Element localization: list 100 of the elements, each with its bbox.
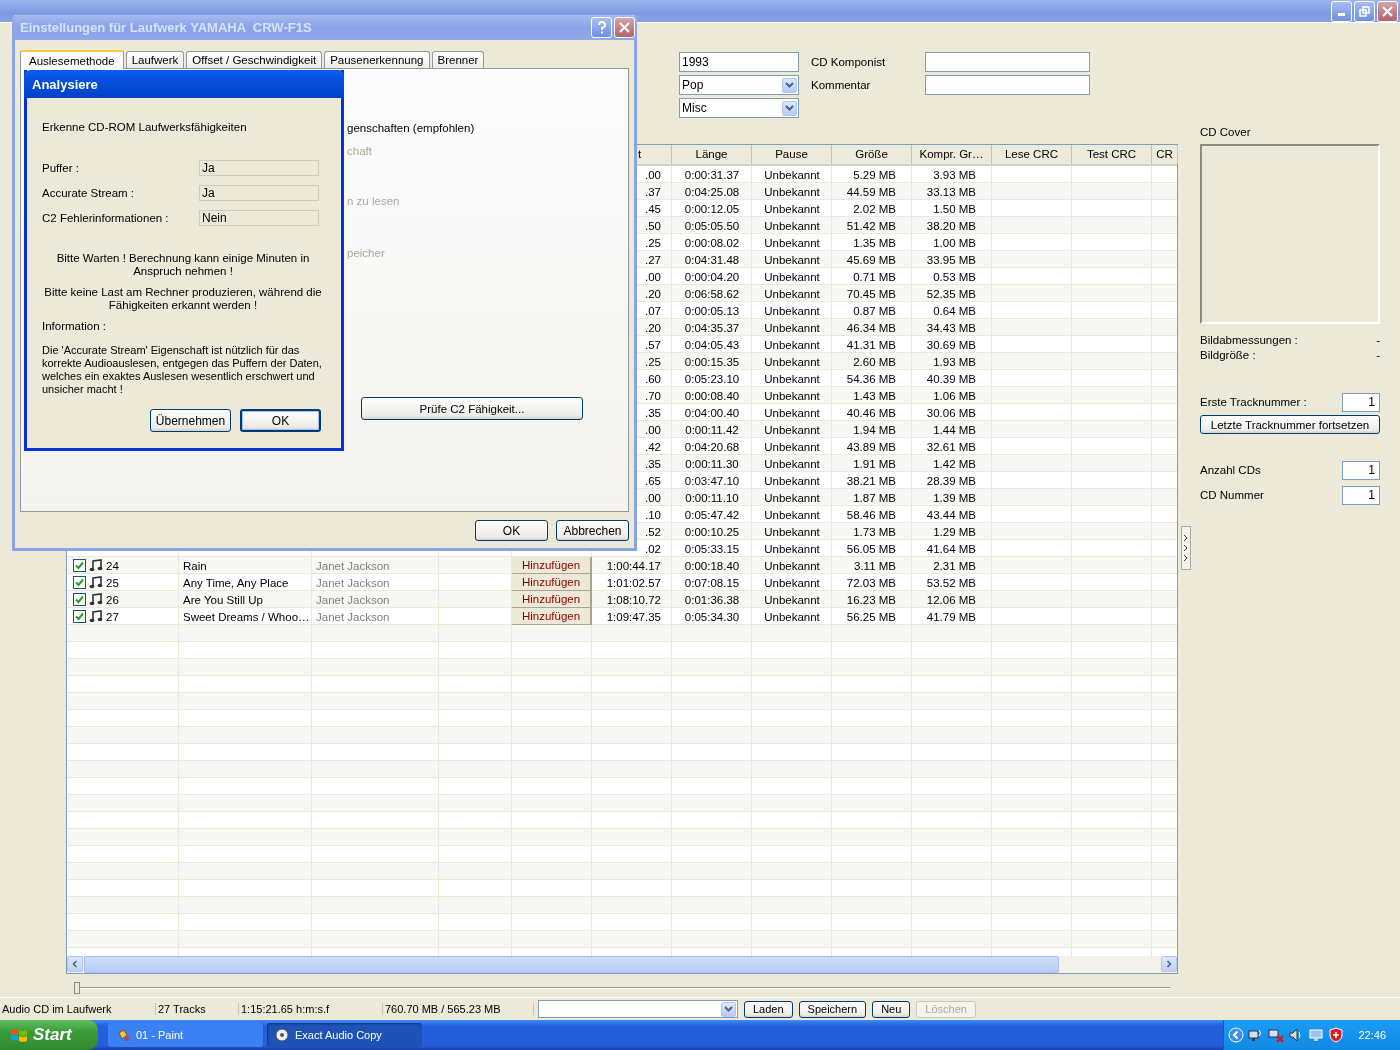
toolbar-button[interactable]: Laden — [744, 1000, 793, 1018]
add-button[interactable]: Hinzufügen — [512, 557, 592, 574]
table-cell: .25 — [645, 236, 661, 249]
table-cell: Unbekannt — [764, 185, 820, 198]
table-cell: 0:00:05.13 — [684, 304, 740, 317]
checkbox[interactable] — [73, 593, 86, 606]
table-cell: Janet Jackson — [316, 576, 390, 589]
dialog-button[interactable]: Übernehmen — [150, 409, 231, 432]
music-note-icon — [89, 559, 103, 572]
table-cell: Unbekannt — [764, 236, 820, 249]
table-cell: 43.44 MB — [926, 508, 976, 521]
add-button[interactable]: Hinzufügen — [512, 574, 592, 591]
table-cell: 0:00:04.20 — [684, 270, 740, 283]
table-cell: 58.46 MB — [846, 508, 896, 521]
add-button[interactable]: Hinzufügen — [512, 608, 592, 625]
table-cell: 0:00:11.10 — [685, 491, 739, 504]
table-cell: Unbekannt — [764, 372, 820, 385]
table-cell: 40.46 MB — [846, 406, 896, 419]
table-cell: Any Time, Any Place — [183, 576, 289, 589]
table-cell: 41.79 MB — [926, 610, 976, 623]
table-cell: 1.87 MB — [853, 491, 896, 504]
music-note-icon — [89, 593, 103, 606]
number-field[interactable]: 1 — [1342, 460, 1380, 480]
dropdown[interactable]: Misc — [679, 98, 799, 118]
close-button[interactable] — [1377, 0, 1398, 22]
table-cell: Unbekannt — [764, 168, 820, 181]
field-label: Anzahl CDs — [1200, 464, 1261, 476]
table-cell: 44.59 MB — [846, 185, 896, 198]
table-cell: Unbekannt — [764, 474, 820, 487]
input-field[interactable]: 1993 — [679, 52, 799, 72]
checkbox[interactable] — [73, 576, 86, 589]
table-cell: 30.69 MB — [926, 338, 976, 351]
restore-button[interactable] — [1354, 0, 1375, 22]
dialog-title: Analysiere — [31, 76, 98, 92]
taskbar-task[interactable]: 01 - Paint — [108, 1023, 263, 1047]
taskbar-task[interactable]: Exact Audio Copy — [267, 1023, 422, 1047]
input-field[interactable] — [925, 75, 1090, 95]
toolbar-button[interactable]: Speichern — [798, 1000, 867, 1018]
table-cell: Sweet Dreams / Whoo… — [183, 610, 310, 623]
table-cell: 72.03 MB — [846, 576, 896, 589]
number-field[interactable]: 1 — [1342, 485, 1380, 505]
scroll-right-button[interactable] — [1161, 956, 1177, 972]
result-label: C2 Fehlerinformationen : — [42, 212, 170, 224]
table-cell: 2.02 MB — [853, 202, 896, 215]
status-text: Audio CD im Laufwerk — [0, 1003, 156, 1015]
table-cell: .20 — [645, 287, 661, 300]
table-cell: Unbekannt — [764, 338, 820, 351]
checkbox[interactable] — [73, 610, 86, 623]
table-cell: 1.42 MB — [933, 457, 976, 470]
column-header[interactable]: Länge — [672, 145, 752, 164]
table-cell: 38.20 MB — [926, 219, 976, 232]
check-c2-button[interactable]: Prüfe C2 Fähigkeit... — [361, 397, 583, 420]
table-cell: 52.35 MB — [926, 287, 976, 300]
toolbar-button[interactable]: Neu — [872, 1000, 911, 1018]
dropdown[interactable] — [538, 1000, 738, 1018]
slider-thumb[interactable] — [74, 982, 80, 994]
input-field[interactable] — [925, 52, 1090, 72]
tab[interactable]: Offset / Geschwindigkeit — [186, 51, 323, 68]
column-header[interactable]: Kompr. Gr… — [912, 145, 992, 164]
network-error-icon[interactable] — [1268, 1027, 1285, 1043]
column-header[interactable]: Größe — [832, 145, 912, 164]
table-cell: 34.43 MB — [926, 321, 976, 334]
table-cell: .02 — [645, 542, 661, 555]
tab[interactable]: Auslesemethode — [20, 50, 124, 69]
status-text: 27 Tracks — [156, 1003, 239, 1015]
tab[interactable]: Pausenerkennung — [324, 51, 430, 68]
start-button[interactable]: Start — [0, 1020, 98, 1050]
table-cell: 1:00:44.17 — [606, 559, 661, 572]
dropdown[interactable]: Pop — [679, 75, 799, 95]
panel-toggle-button[interactable] — [1181, 526, 1191, 570]
clock: 22:46 — [1358, 1029, 1386, 1041]
scroll-left-button[interactable] — [67, 956, 83, 972]
table-cell: 0:00:11.30 — [685, 457, 739, 470]
minimize-button[interactable] — [1331, 0, 1352, 22]
table-cell: 56.05 MB — [846, 542, 896, 555]
add-button[interactable]: Hinzufügen — [512, 591, 592, 608]
result-value: Ja — [199, 185, 319, 201]
table-cell: .57 — [645, 338, 661, 351]
column-header[interactable]: Test CRC — [1072, 145, 1152, 164]
column-header[interactable]: Pause — [752, 145, 832, 164]
tab[interactable]: Brenner — [431, 51, 485, 68]
column-header[interactable]: Lese CRC — [992, 145, 1072, 164]
close-icon — [619, 22, 630, 33]
number-field[interactable]: 1 — [1342, 392, 1380, 412]
table-cell: 1.91 MB — [853, 457, 896, 470]
dialog-button[interactable]: OK — [240, 409, 321, 432]
column-header[interactable]: CR — [1152, 145, 1178, 164]
continue-numbering-button[interactable]: Letzte Tracknummer fortsetzen — [1200, 415, 1380, 434]
checkbox[interactable] — [73, 559, 86, 572]
table-cell: .35 — [645, 406, 661, 419]
table-cell: 56.25 MB — [846, 610, 896, 623]
table-cell: 0:05:05.50 — [684, 219, 740, 232]
tab[interactable]: Laufwerk — [125, 51, 185, 68]
shield-icon[interactable] — [1328, 1027, 1345, 1043]
dialog-button[interactable]: Abbrechen — [556, 520, 629, 541]
chevron-left-icon — [71, 960, 79, 968]
dialog-button[interactable]: OK — [475, 520, 548, 541]
result-label: Accurate Stream : — [42, 187, 136, 199]
table-cell: Unbekannt — [764, 321, 820, 334]
wait-message: Bitte Warten ! Berechnung kann einige Minuten in Anspruch nehmen ! — [55, 252, 311, 278]
